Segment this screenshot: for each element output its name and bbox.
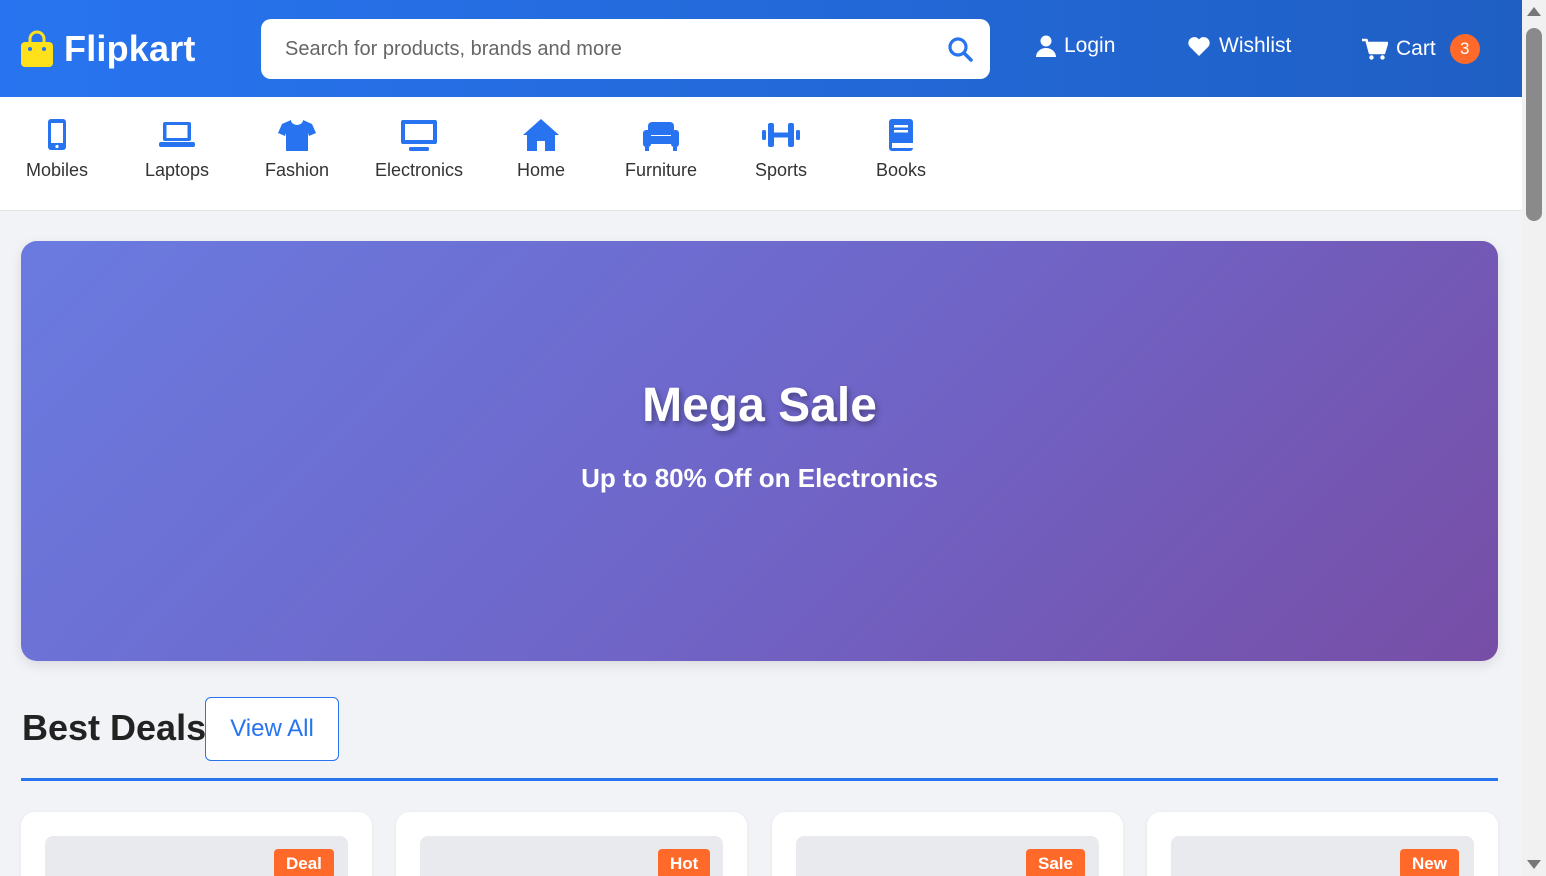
- product-badge: New: [1400, 849, 1459, 876]
- scroll-down-arrow-icon[interactable]: [1527, 860, 1541, 869]
- category-label: Mobiles: [25, 160, 89, 180]
- wishlist-label: Wishlist: [1219, 34, 1292, 57]
- product-card[interactable]: Sale: [772, 812, 1123, 876]
- category-label: Laptops: [144, 160, 210, 180]
- product-card[interactable]: Deal: [21, 812, 372, 876]
- category-fashion[interactable]: Fashion: [242, 117, 352, 181]
- category-label: Furniture: [624, 160, 698, 180]
- search-button[interactable]: [930, 19, 990, 79]
- category-label: Electronics: [374, 160, 464, 180]
- dumbbell-icon: [762, 123, 800, 147]
- mobile-icon: [48, 119, 66, 150]
- scroll-up-arrow-icon[interactable]: [1527, 7, 1541, 16]
- book-icon: [889, 119, 913, 151]
- vertical-scrollbar[interactable]: [1522, 0, 1546, 876]
- cart-label: Cart: [1396, 37, 1436, 60]
- category-label: Fashion: [264, 160, 330, 180]
- category-books[interactable]: Books: [846, 117, 956, 181]
- product-badge: Deal: [274, 849, 334, 876]
- section-divider: [21, 778, 1498, 781]
- cart-count-badge: 3: [1449, 34, 1480, 64]
- cart-icon: [1362, 38, 1388, 60]
- promo-banner[interactable]: Mega Sale Up to 80% Off on Electronics: [21, 241, 1498, 661]
- search-input[interactable]: [261, 19, 930, 79]
- logo[interactable]: Flipkart: [20, 28, 196, 70]
- product-card[interactable]: Hot: [396, 812, 747, 876]
- logo-text: Flipkart: [64, 28, 196, 69]
- search-icon: [948, 37, 973, 62]
- banner-title: Mega Sale: [642, 379, 877, 432]
- search-bar: [261, 19, 990, 79]
- product-card[interactable]: New: [1147, 812, 1498, 876]
- category-sports[interactable]: Sports: [726, 117, 836, 181]
- view-all-button[interactable]: View All: [205, 697, 339, 761]
- cart-link[interactable]: Cart 3: [1362, 34, 1480, 64]
- tshirt-icon: [278, 120, 316, 151]
- monitor-icon: [401, 120, 437, 151]
- section-title: Best Deals: [22, 707, 207, 748]
- category-electronics[interactable]: Electronics: [364, 117, 474, 181]
- category-label: Home: [516, 160, 565, 180]
- wishlist-link[interactable]: Wishlist: [1187, 34, 1291, 58]
- top-header: Flipkart Login Wishlist Cart 3: [0, 0, 1522, 97]
- login-label: Login: [1064, 34, 1116, 57]
- product-badge: Sale: [1026, 849, 1085, 876]
- login-link[interactable]: Login: [1036, 34, 1115, 58]
- couch-icon: [643, 122, 679, 151]
- category-bar: Mobiles Laptops Fashion Electronics Home: [0, 97, 1522, 211]
- category-laptops[interactable]: Laptops: [122, 117, 232, 181]
- banner-subtitle: Up to 80% Off on Electronics: [581, 463, 938, 493]
- category-label: Books: [875, 160, 927, 180]
- category-home[interactable]: Home: [486, 117, 596, 181]
- shopping-bag-icon: [21, 30, 53, 67]
- category-label: Sports: [754, 160, 808, 180]
- category-furniture[interactable]: Furniture: [606, 117, 716, 181]
- product-badge: Hot: [658, 849, 711, 876]
- home-icon: [523, 119, 559, 151]
- category-mobiles[interactable]: Mobiles: [2, 117, 112, 181]
- laptop-icon: [159, 122, 195, 147]
- user-icon: [1036, 35, 1056, 57]
- heart-icon: [1188, 36, 1210, 56]
- scrollbar-thumb[interactable]: [1526, 28, 1542, 221]
